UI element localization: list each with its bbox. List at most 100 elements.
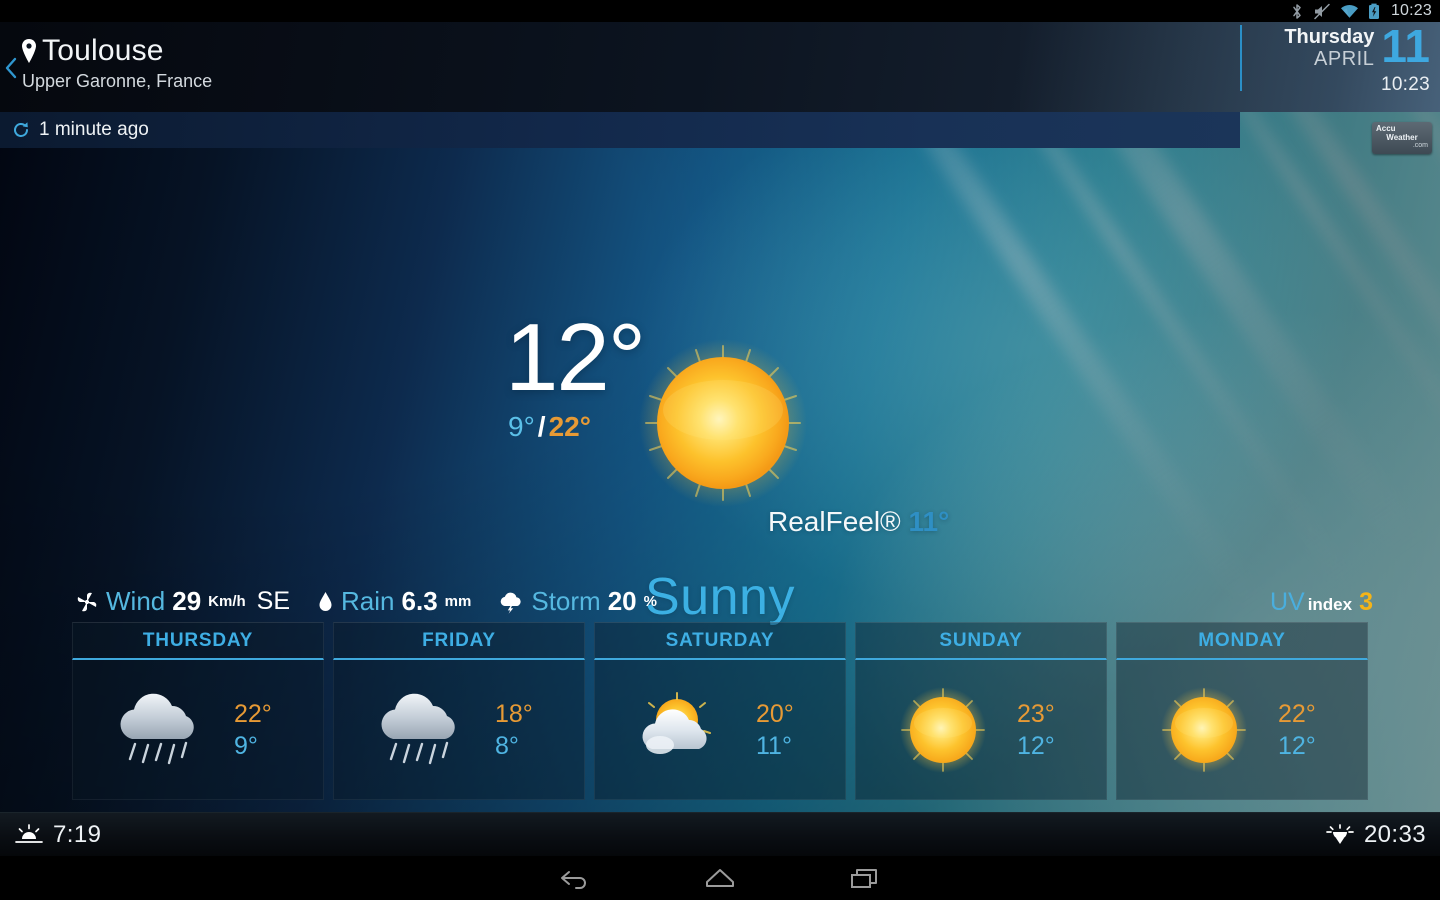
uv-index: UV index 3 (1270, 588, 1373, 617)
forecast-day-label: THURSDAY (142, 629, 254, 651)
forecast-card-thursday[interactable]: THURSDAY 22° 9° (72, 622, 324, 800)
sunset-time: 20:33 (1363, 820, 1426, 848)
current-high: 22° (548, 411, 591, 442)
current-high-low: 9°/22° (508, 412, 591, 442)
android-nav-bar (0, 856, 1440, 900)
sunset-item: 20:33 (1325, 821, 1426, 849)
stat-storm: Storm 20 % (498, 586, 657, 617)
rain-cloud-icon (365, 684, 477, 776)
uv-prefix: UV (1269, 588, 1305, 616)
sunrise-icon (15, 823, 43, 843)
app-header (0, 22, 1440, 112)
wind-label: Wind (106, 586, 166, 616)
date-block: Thursday APRIL 11 10:23 (1284, 23, 1430, 96)
region-name: Upper Garonne, France (22, 71, 213, 91)
forecast-day-label: SATURDAY (665, 629, 775, 651)
forecast-card-body: 18° 8° (333, 660, 585, 800)
forecast-day-header: THURSDAY (72, 622, 324, 660)
accuweather-line2: Weather (1386, 133, 1418, 142)
forecast-low: 12° (1278, 731, 1316, 760)
back-chevron-icon[interactable] (4, 56, 18, 85)
current-low: 9° (508, 411, 535, 442)
stat-wind: Wind 29 Km/h SE (75, 586, 290, 617)
sunrise-item: 7:19 (14, 821, 101, 849)
header-divider (1240, 25, 1242, 91)
sunrise-time: 7:19 (53, 820, 102, 848)
recents-nav-icon[interactable] (793, 856, 938, 900)
storm-label: Storm (531, 586, 601, 616)
storm-unit: % (643, 593, 657, 610)
volume-mute-icon (1314, 3, 1330, 19)
bluetooth-icon (1293, 3, 1301, 19)
forecast-low: 8° (495, 731, 519, 760)
forecast-card-body: 23° 12° (855, 660, 1107, 800)
forecast-temps: 22° 12° (1278, 700, 1336, 760)
location-block[interactable]: Toulouse Upper Garonne, France (20, 35, 212, 93)
last-updated-text: 1 minute ago (39, 119, 149, 140)
forecast-card-body: 22° 9° (72, 660, 324, 800)
last-updated-bar[interactable]: 1 minute ago (0, 112, 1240, 148)
android-status-bar: 10:23 (0, 0, 1440, 22)
forecast-day-header: SUNDAY (855, 622, 1107, 660)
forecast-high: 20° (756, 699, 794, 728)
weekday-label: Thursday (1284, 26, 1375, 48)
forecast-day-header: MONDAY (1116, 622, 1368, 660)
wind-icon (77, 592, 97, 611)
sunset-icon (1326, 823, 1354, 844)
stats-group: Wind 29 Km/h SE Rain 6.3 mm Storm 20 % (75, 586, 657, 617)
forecast-day-header: SATURDAY (594, 622, 846, 660)
realfeel-display: RealFeel® 11° (768, 506, 949, 538)
sunrise-sunset-bar: 7:19 20:33 (0, 812, 1440, 856)
wind-direction: SE (256, 587, 291, 615)
forecast-low: 12° (1017, 731, 1055, 760)
month-label: APRIL (1314, 48, 1375, 70)
wind-value: 29 (172, 586, 202, 616)
refresh-icon (14, 122, 28, 137)
realfeel-value: 11° (908, 506, 950, 537)
rain-cloud-icon (104, 684, 216, 776)
city-name: Toulouse (42, 34, 164, 67)
header-time: 10:23 (1380, 74, 1430, 95)
partly-cloudy-icon (626, 684, 738, 776)
battery-charging-icon (1368, 3, 1379, 19)
forecast-high: 22° (1278, 699, 1316, 728)
rain-unit: mm (444, 593, 472, 610)
forecast-day-label: MONDAY (1198, 629, 1286, 651)
forecast-card-friday[interactable]: FRIDAY 18° 8° (333, 622, 585, 800)
wifi-icon (1340, 4, 1358, 18)
current-temperature: 12° (505, 304, 646, 411)
status-bar-clock: 10:23 (1390, 2, 1432, 19)
uv-label: index (1307, 595, 1353, 614)
high-low-separator: / (537, 411, 546, 442)
rain-label: Rain (341, 586, 395, 616)
forecast-high: 18° (495, 699, 533, 728)
storm-value: 20 (607, 586, 637, 616)
forecast-card-monday[interactable]: MONDAY 22° 12° (1116, 622, 1368, 800)
forecast-card-body: 22° 12° (1116, 660, 1368, 800)
storm-cloud-icon (501, 592, 521, 614)
stat-rain: Rain 6.3 mm (317, 586, 471, 617)
forecast-high: 22° (234, 699, 272, 728)
weather-main-panel: Accu Weather .com 12° 9°/22° RealFeel® 1… (0, 112, 1440, 812)
back-nav-icon[interactable] (503, 856, 648, 900)
accuweather-logo[interactable]: Accu Weather .com (1372, 122, 1432, 154)
raindrop-icon (319, 591, 332, 611)
realfeel-label: RealFeel® (768, 506, 901, 537)
sun-icon (638, 338, 808, 508)
forecast-day-label: FRIDAY (422, 629, 496, 651)
home-nav-icon[interactable] (648, 856, 793, 900)
forecast-card-saturday[interactable]: SATURDAY 20° 11° (594, 622, 846, 800)
forecast-row: THURSDAY 22° 9° FRIDAY 18° 8° SATURDAY 2… (72, 622, 1368, 800)
forecast-temps: 18° 8° (495, 700, 553, 760)
forecast-temps: 22° 9° (234, 700, 292, 760)
accuweather-line3: .com (1412, 142, 1428, 149)
accuweather-line1: Accu (1376, 124, 1396, 133)
sun-icon (1148, 684, 1260, 776)
forecast-temps: 20° 11° (756, 700, 814, 760)
forecast-high: 23° (1017, 699, 1055, 728)
weather-app-screen: Accu Weather .com 12° 9°/22° RealFeel® 1… (0, 0, 1440, 900)
forecast-day-header: FRIDAY (333, 622, 585, 660)
forecast-temps: 23° 12° (1017, 700, 1075, 760)
forecast-card-sunday[interactable]: SUNDAY 23° 12° (855, 622, 1107, 800)
forecast-day-label: SUNDAY (939, 629, 1023, 651)
